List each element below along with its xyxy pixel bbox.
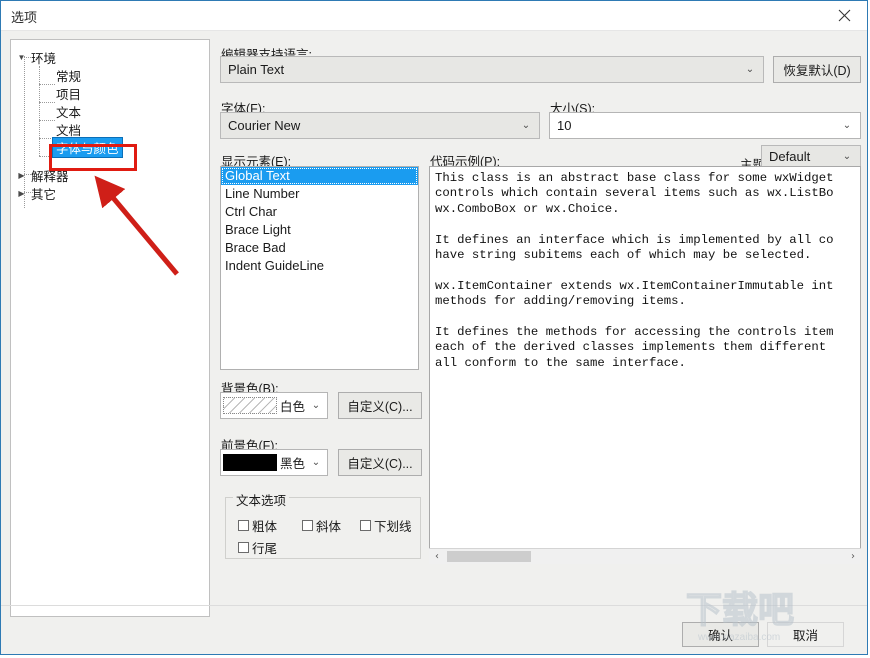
sidebar-item-interpreter[interactable]: ▶ 解释器 [15, 166, 72, 184]
background-custom-button[interactable]: 自定义(C)... [338, 392, 422, 419]
list-item[interactable]: Global Text [221, 167, 418, 185]
restore-defaults-button[interactable]: 恢复默认(D) [773, 56, 861, 83]
close-icon[interactable] [822, 1, 867, 30]
code-sample-text: This class is an abstract base class for… [435, 171, 834, 370]
chevron-right-icon[interactable]: ▶ [15, 166, 28, 184]
theme-select[interactable]: Default ⌄ [761, 145, 861, 167]
foreground-color-swatch [223, 454, 277, 471]
scroll-left-icon[interactable]: ‹ [429, 551, 445, 562]
font-value: Courier New [228, 118, 301, 133]
foreground-color-select[interactable]: 黑色 ⌄ [220, 449, 328, 476]
checkbox-underline[interactable]: 下划线 [360, 516, 412, 535]
chevron-down-icon: ⌄ [521, 120, 531, 131]
checkbox-box[interactable] [238, 520, 249, 531]
tree-item-label: 其它 [31, 187, 57, 202]
language-select[interactable]: Plain Text ⌄ [220, 56, 764, 83]
options-dialog: 选项 ▼ 环境 常规 项目 文本 文档 字体与颜色 ▶ 解释器 ▶ 其它 编辑器… [0, 0, 868, 655]
tree-connector [39, 66, 40, 156]
size-select[interactable]: 10 ⌄ [549, 112, 861, 139]
display-elements-list[interactable]: Global Text Line Number Ctrl Char Brace … [220, 166, 419, 370]
title-bar: 选项 [1, 1, 867, 31]
list-item[interactable]: Brace Light [221, 221, 418, 239]
chevron-down-icon: ⌄ [842, 150, 852, 162]
tree-item-label: 文档 [56, 123, 82, 138]
sidebar-item-others[interactable]: ▶ 其它 [15, 184, 59, 202]
sidebar-item-text[interactable]: 文本 [53, 102, 84, 120]
background-color-select[interactable]: 白色 ⌄ [220, 392, 328, 419]
chevron-right-icon[interactable]: ▶ [15, 184, 28, 202]
font-select[interactable]: Courier New ⌄ [220, 112, 540, 139]
tree-item-label: 解释器 [31, 169, 69, 184]
foreground-custom-button[interactable]: 自定义(C)... [338, 449, 422, 476]
tree-item-label: 环境 [31, 51, 57, 66]
checkbox-label: 下划线 [374, 520, 412, 534]
checkbox-box[interactable] [360, 520, 371, 531]
scrollbar-track[interactable] [445, 549, 845, 564]
background-color-swatch [223, 397, 277, 414]
background-color-value: 白色 [280, 400, 306, 414]
code-sample-preview[interactable]: This class is an abstract base class for… [429, 166, 861, 564]
tree-item-label: 文本 [56, 105, 82, 120]
cancel-button[interactable]: 取消 [767, 622, 844, 647]
sidebar-item-general[interactable]: 常规 [53, 66, 84, 84]
footer-divider [1, 605, 867, 606]
text-options-title: 文本选项 [233, 490, 290, 509]
sidebar-item-document[interactable]: 文档 [53, 120, 84, 138]
list-item[interactable]: Line Number [221, 185, 418, 203]
chevron-down-icon: ⌄ [842, 120, 852, 131]
list-item[interactable]: Brace Bad [221, 239, 418, 257]
list-item[interactable]: Indent GuideLine [221, 257, 418, 275]
chevron-down-icon[interactable]: ▼ [15, 48, 28, 66]
scroll-right-icon[interactable]: › [845, 551, 861, 562]
sidebar-item-environment[interactable]: ▼ 环境 [15, 48, 59, 66]
code-sample-hscrollbar[interactable]: ‹ › [429, 548, 861, 564]
ok-button[interactable]: 确认 [682, 622, 759, 647]
chevron-down-icon: ⌄ [311, 457, 321, 468]
settings-tree[interactable]: ▼ 环境 常规 项目 文本 文档 字体与颜色 ▶ 解释器 ▶ 其它 [10, 39, 210, 617]
checkbox-box[interactable] [302, 520, 313, 531]
theme-value: Default [769, 148, 811, 164]
sidebar-item-project[interactable]: 项目 [53, 84, 84, 102]
checkbox-italic[interactable]: 斜体 [302, 516, 341, 535]
scrollbar-thumb[interactable] [447, 551, 531, 562]
language-value: Plain Text [228, 62, 285, 77]
tree-item-label: 常规 [56, 69, 82, 84]
chevron-down-icon: ⌄ [745, 64, 755, 75]
window-title: 选项 [11, 10, 38, 25]
close-glyph [838, 9, 851, 22]
checkbox-bold[interactable]: 粗体 [238, 516, 277, 535]
size-value: 10 [557, 118, 572, 133]
settings-pane: 编辑器支持语言: Plain Text ⌄ 恢复默认(D) 字体(F): Cou… [219, 37, 861, 577]
list-item[interactable]: Ctrl Char [221, 203, 418, 221]
chevron-down-icon: ⌄ [311, 400, 321, 411]
tree-item-label-selected: 字体与颜色 [52, 136, 123, 158]
tree-item-label: 项目 [56, 87, 82, 102]
checkbox-label: 行尾 [252, 542, 278, 556]
sidebar-item-fonts-and-colors[interactable]: 字体与颜色 [52, 136, 123, 158]
checkbox-label: 斜体 [316, 520, 342, 534]
checkbox-eol[interactable]: 行尾 [238, 538, 277, 557]
text-options-group: 文本选项 粗体 斜体 下划线 行尾 [225, 490, 421, 559]
checkbox-label: 粗体 [252, 520, 278, 534]
checkbox-box[interactable] [238, 542, 249, 553]
foreground-color-value: 黑色 [280, 457, 306, 471]
